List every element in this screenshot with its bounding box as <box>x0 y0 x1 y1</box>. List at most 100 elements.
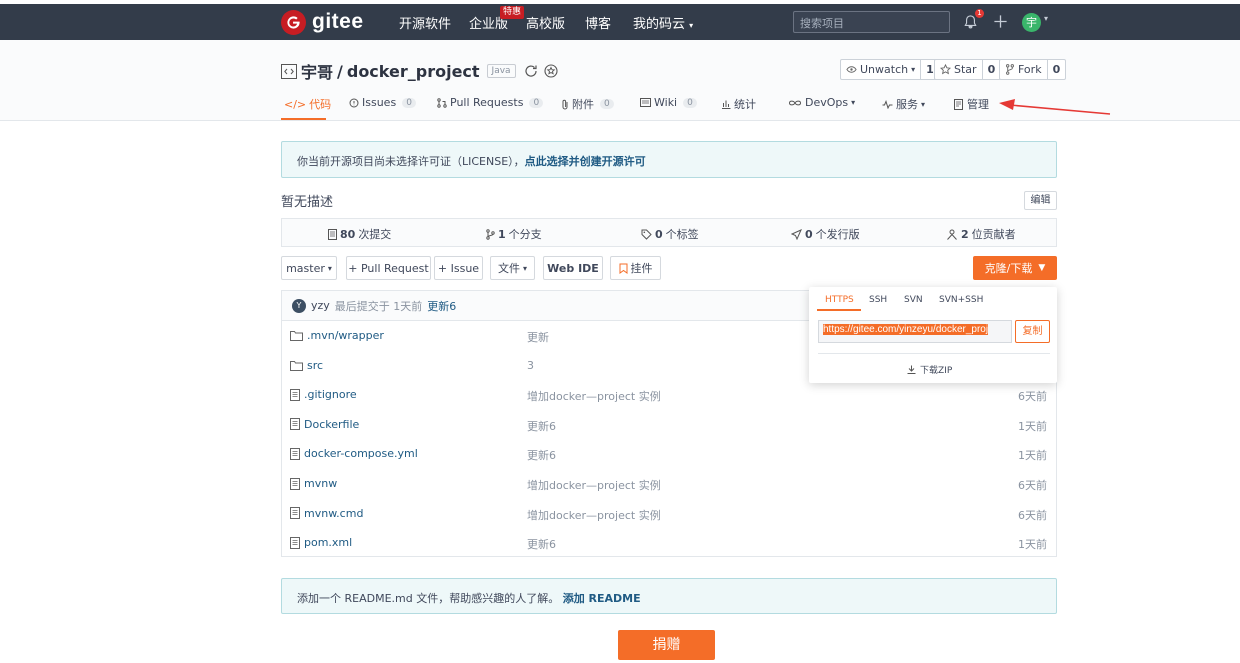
file-row[interactable]: pom.xml 更新6 1天前 <box>282 528 1056 558</box>
file-commit-message[interactable]: 更新 <box>527 329 549 345</box>
donate-button[interactable]: 捐赠 <box>618 630 715 660</box>
sync-icon[interactable] <box>523 63 539 79</box>
file-name[interactable]: mvnw <box>304 477 337 490</box>
file-commit-message[interactable]: 增加docker—project 实例 <box>527 477 661 493</box>
file-row[interactable]: .gitignore 增加docker—project 实例 6天前 <box>282 380 1056 410</box>
download-zip-label: 下载ZIP <box>920 366 953 376</box>
clone-tab-ssh[interactable]: SSH <box>869 295 887 305</box>
tab-issues[interactable]: Issues 0 <box>349 96 416 109</box>
file-name-cell[interactable]: .mvn/wrapper <box>290 329 384 342</box>
create-license-link[interactable]: 点此选择并创建开源许可 <box>525 155 646 168</box>
clone-url-input[interactable]: https://gitee.com/yinzeyu/docker_proj <box>818 320 1012 343</box>
tab-manage[interactable]: 管理 <box>954 96 989 112</box>
file-name[interactable]: .gitignore <box>304 388 357 401</box>
gitee-logo[interactable]: gitee <box>281 9 364 35</box>
tab-services[interactable]: 服务 ▾ <box>882 96 925 112</box>
commits-stat[interactable]: 80 次提交 <box>328 226 391 242</box>
nav-blog[interactable]: 博客 <box>585 13 611 32</box>
committer-avatar[interactable]: Y <box>292 298 306 313</box>
file-name-cell[interactable]: docker-compose.yml <box>290 447 418 460</box>
file-name-cell[interactable]: Dockerfile <box>290 418 359 431</box>
unwatch-button[interactable]: Unwatch ▾ 1 <box>840 59 940 80</box>
file-name[interactable]: docker-compose.yml <box>304 447 418 460</box>
tab-devops[interactable]: DevOps ▾ <box>788 96 855 109</box>
clone-tab-https[interactable]: HTTPS <box>825 295 854 305</box>
file-commit-message[interactable]: 更新6 <box>527 418 556 434</box>
tab-attachments[interactable]: 附件 0 <box>561 96 614 112</box>
file-name[interactable]: Dockerfile <box>304 418 359 431</box>
bar-chart-icon <box>721 99 731 109</box>
branches-label: 个分支 <box>508 228 542 241</box>
file-row[interactable]: mvnw 增加docker—project 实例 6天前 <box>282 469 1056 499</box>
repo-owner[interactable]: 宇哥 <box>301 59 333 83</box>
settings-doc-icon <box>954 98 964 110</box>
recommend-icon[interactable] <box>543 63 559 79</box>
unwatch-label: Unwatch <box>860 63 909 76</box>
fork-count[interactable]: 0 <box>1046 60 1066 79</box>
issues-icon <box>349 98 359 108</box>
widget-button[interactable]: 挂件 <box>610 256 661 280</box>
clone-tab-svn[interactable]: SVN <box>904 295 923 305</box>
nav-open-source[interactable]: 开源软件 <box>399 13 451 32</box>
releases-stat[interactable]: 0 个发行版 <box>791 226 860 242</box>
add-readme-link[interactable]: 添加 README <box>563 592 641 605</box>
file-commit-time: 1天前 <box>1018 538 1047 552</box>
star-count[interactable]: 0 <box>981 60 1001 79</box>
star-icon <box>940 64 951 75</box>
new-issue-button[interactable]: + Issue <box>434 256 483 280</box>
code-icon: </> <box>284 97 307 111</box>
tab-stats[interactable]: 统计 <box>721 96 756 112</box>
file-row[interactable]: Dockerfile 更新6 1天前 <box>282 410 1056 440</box>
tags-stat[interactable]: 0 个标签 <box>641 226 699 242</box>
committer-name[interactable]: yzy <box>311 299 330 312</box>
file-commit-message[interactable]: 增加docker—project 实例 <box>527 388 661 404</box>
file-name-cell[interactable]: .gitignore <box>290 388 357 401</box>
file-name[interactable]: mvnw.cmd <box>304 507 363 520</box>
popup-divider <box>818 353 1050 354</box>
file-row[interactable]: mvnw.cmd 增加docker—project 实例 6天前 <box>282 499 1056 529</box>
file-name-cell[interactable]: src <box>290 359 323 372</box>
user-avatar[interactable]: 宇 <box>1022 13 1041 32</box>
file-commit-message[interactable]: 增加docker—project 实例 <box>527 507 661 523</box>
tab-code[interactable]: </> 代码 <box>284 96 331 112</box>
clone-popup: HTTPS SSH SVN SVN+SSH https://gitee.com/… <box>809 287 1057 383</box>
new-pull-request-button[interactable]: + Pull Request <box>346 256 431 280</box>
tab-wiki[interactable]: Wiki 0 <box>640 96 697 109</box>
file-commit-message[interactable]: 3 <box>527 359 534 372</box>
tab-pull-requests[interactable]: Pull Requests 0 <box>437 96 544 109</box>
file-name[interactable]: pom.xml <box>304 536 352 549</box>
download-zip-button[interactable]: 下载ZIP <box>907 363 952 376</box>
clone-download-button[interactable]: 克隆/下载 ▼ <box>973 256 1057 280</box>
search-input[interactable]: 搜索项目 <box>793 11 950 33</box>
file-commit-message[interactable]: 更新6 <box>527 536 556 552</box>
edit-description-button[interactable]: 编辑 <box>1024 191 1057 210</box>
nav-university[interactable]: 高校版 <box>526 13 565 32</box>
file-name-cell[interactable]: mvnw <box>290 477 337 490</box>
clone-tab-svn-ssh[interactable]: SVN+SSH <box>939 295 983 305</box>
file-name[interactable]: .mvn/wrapper <box>307 329 384 342</box>
file-icon <box>290 507 300 520</box>
license-notice-text: 你当前开源项目尚未选择许可证（LICENSE）， <box>297 155 525 168</box>
repo-separator: / <box>337 61 343 81</box>
file-commit-message[interactable]: 更新6 <box>527 447 556 463</box>
file-row[interactable]: docker-compose.yml 更新6 1天前 <box>282 439 1056 469</box>
branches-stat[interactable]: 1 个分支 <box>486 226 542 242</box>
language-tag[interactable]: Java <box>486 64 516 78</box>
file-name[interactable]: src <box>307 359 323 372</box>
plus-icon[interactable] <box>993 14 1008 29</box>
file-name-cell[interactable]: pom.xml <box>290 536 352 549</box>
contributors-stat[interactable]: 2 位贡献者 <box>946 226 1016 242</box>
fork-button[interactable]: Fork 0 <box>999 59 1067 80</box>
copy-url-button[interactable]: 复制 <box>1015 320 1050 343</box>
contributors-count: 2 <box>961 227 969 241</box>
commit-message-link[interactable]: 更新6 <box>427 298 456 314</box>
branch-select[interactable]: master ▾ <box>281 256 337 280</box>
repo-name[interactable]: docker_project <box>347 62 480 81</box>
file-name-cell[interactable]: mvnw.cmd <box>290 507 363 520</box>
star-button[interactable]: Star 0 <box>934 59 1002 80</box>
avatar-chevron-down-icon[interactable]: ▾ <box>1044 14 1048 23</box>
file-menu-button[interactable]: 文件 ▾ <box>490 256 535 280</box>
web-ide-button[interactable]: Web IDE <box>543 256 603 280</box>
nav-my-gitee[interactable]: 我的码云 ▾ <box>633 13 693 32</box>
caret-down-icon: ▼ <box>1038 263 1046 273</box>
